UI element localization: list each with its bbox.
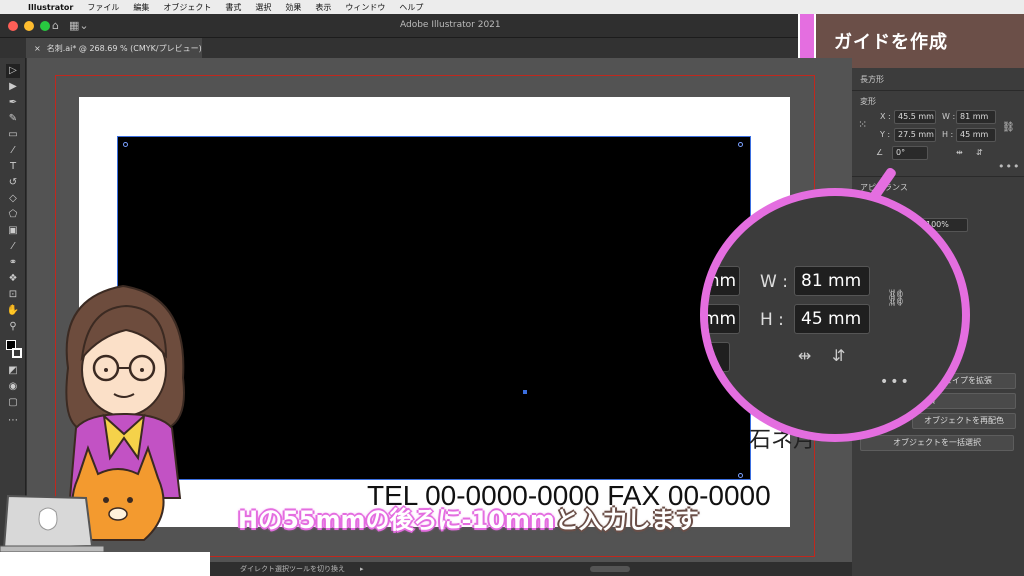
anchor-handle[interactable]: [123, 142, 128, 147]
caption-highlight: Hの55mmの後ろに-10mm: [238, 506, 555, 534]
eyedropper-tool-icon[interactable]: ⁄: [6, 240, 20, 254]
curvature-tool-icon[interactable]: ✎: [6, 112, 20, 126]
anchor-handle[interactable]: [738, 473, 743, 478]
caption-text: と入力します: [554, 506, 699, 534]
more-options-icon: •••: [880, 374, 911, 390]
drawing-mode-icon[interactable]: ◉: [6, 380, 20, 394]
h-label: H :: [942, 130, 954, 139]
constrain-proportions-icon[interactable]: ⛓: [1002, 122, 1015, 133]
flip-vertical-icon: ⇵: [832, 346, 846, 365]
menu-app-name[interactable]: Illustrator: [28, 3, 73, 12]
chevron-down-icon: ⌄: [705, 347, 720, 367]
zoom-h-label: H :: [760, 310, 784, 330]
home-icon[interactable]: ⌂: [52, 19, 59, 32]
select-similar-button[interactable]: オブジェクトを一括選択: [860, 435, 1014, 451]
gradient-tool-icon[interactable]: ▣: [6, 224, 20, 238]
menu-effect[interactable]: 効果: [285, 2, 301, 13]
more-options-icon[interactable]: •••: [998, 160, 1020, 173]
constrain-proportions-icon: ⛓: [886, 288, 907, 307]
flip-vertical-icon[interactable]: ⇵: [976, 148, 983, 157]
artboard-tool-icon[interactable]: ⊡: [6, 288, 20, 302]
title-bar: ⌂ ▦⌄ Adobe Illustrator 2021: [0, 14, 800, 38]
panel-transform-heading: 変形: [860, 97, 876, 106]
stroke-color-icon[interactable]: [12, 348, 22, 358]
edit-toolbar-icon[interactable]: ⋯: [6, 414, 20, 428]
menu-view[interactable]: 表示: [315, 2, 331, 13]
mac-menubar: Illustrator ファイル 編集 オブジェクト 書式 選択 効果 表示 ウ…: [0, 0, 1024, 14]
zoom-callout: mm mm ⌄ W : 81 mm H : 45 mm ⛓ ⇹ ⇵ •••: [700, 188, 970, 442]
rectangle-tool-icon[interactable]: ▭: [6, 128, 20, 142]
menu-select[interactable]: 選択: [255, 2, 271, 13]
menu-object[interactable]: オブジェクト: [163, 2, 211, 13]
blend-tool-icon[interactable]: ⚭: [6, 256, 20, 270]
recolor-button[interactable]: オブジェクトを再配色: [912, 413, 1016, 429]
direct-selection-tool-icon[interactable]: ▶: [6, 80, 20, 94]
divider: [852, 176, 1024, 177]
zoom-w-label: W :: [760, 272, 788, 292]
divider: [852, 90, 1024, 91]
laptop-illustration: [0, 494, 104, 553]
screen: Illustrator ファイル 編集 オブジェクト 書式 選択 効果 表示 ウ…: [0, 0, 1024, 576]
eraser-tool-icon[interactable]: ◇: [6, 192, 20, 206]
x-label: X :: [880, 112, 891, 121]
panel-shape-heading: 長方形: [860, 75, 884, 84]
close-tab-icon[interactable]: ×: [34, 44, 41, 53]
color-mode-icon[interactable]: ◩: [6, 364, 20, 378]
y-label: Y :: [880, 130, 891, 139]
horizontal-scrollbar[interactable]: [590, 566, 630, 572]
maximize-window-button[interactable]: [40, 21, 50, 31]
angle-icon: ∠: [876, 148, 884, 157]
symbol-sprayer-tool-icon[interactable]: ❖: [6, 272, 20, 286]
menu-edit[interactable]: 編集: [133, 2, 149, 13]
menu-window[interactable]: ウィンドウ: [345, 2, 385, 13]
zoom-tool-icon[interactable]: ⚲: [6, 320, 20, 334]
zoom-y-partial-field: mm: [708, 304, 740, 334]
type-tool-icon[interactable]: T: [6, 160, 20, 174]
document-tab[interactable]: × 名刺.ai* @ 268.69 % (CMYK/プレビュー): [26, 38, 202, 58]
menu-type[interactable]: 書式: [225, 2, 241, 13]
tutorial-caption: Hの55mmの後ろに-10mmと入力します: [238, 500, 699, 535]
status-tool-hint: ダイレクト選択ツールを切り換え: [240, 565, 345, 573]
screen-mode-icon[interactable]: ▢: [6, 396, 20, 410]
w-label: W :: [942, 112, 956, 121]
hand-tool-icon[interactable]: ✋: [6, 304, 20, 318]
titlebar-icons: ⌂ ▦⌄: [52, 19, 89, 32]
menu-help[interactable]: ヘルプ: [399, 2, 423, 13]
paintbrush-tool-icon[interactable]: ⁄: [6, 144, 20, 158]
window-controls: [8, 21, 50, 31]
flip-horizontal-icon: ⇹: [798, 346, 812, 365]
flip-horizontal-icon[interactable]: ⇹: [956, 148, 963, 157]
w-input[interactable]: 81 mm: [956, 110, 996, 124]
zoom-h-field: 45 mm: [794, 304, 870, 334]
selected-rectangle[interactable]: [117, 136, 751, 480]
h-input[interactable]: 45 mm: [956, 128, 996, 142]
rotate-tool-icon[interactable]: ↺: [6, 176, 20, 190]
reference-point-icon[interactable]: ⁙: [858, 118, 867, 131]
x-input[interactable]: 45.5 mm: [894, 110, 936, 124]
bottom-left-margin: [0, 552, 210, 576]
document-tab-label: 名刺.ai* @ 268.69 % (CMYK/プレビュー): [46, 43, 202, 53]
status-bar: ダイレクト選択ツールを切り換え ▸: [210, 562, 852, 576]
shape-builder-tool-icon[interactable]: ⬠: [6, 208, 20, 222]
angle-input[interactable]: 0°: [892, 146, 928, 160]
selection-tool-icon[interactable]: ▷: [6, 64, 20, 78]
minimize-window-button[interactable]: [24, 21, 34, 31]
pen-tool-icon[interactable]: ✒: [6, 96, 20, 110]
zoom-w-field: 81 mm: [794, 266, 870, 296]
play-icon[interactable]: ▸: [360, 562, 364, 576]
anchor-handle[interactable]: [738, 142, 743, 147]
workspace-layout-icon[interactable]: ▦⌄: [69, 19, 89, 32]
y-input[interactable]: 27.5 mm: [894, 128, 936, 142]
center-point: [523, 390, 527, 394]
window-title: Adobe Illustrator 2021: [400, 20, 501, 30]
menu-file[interactable]: ファイル: [87, 2, 119, 13]
close-window-button[interactable]: [8, 21, 18, 31]
